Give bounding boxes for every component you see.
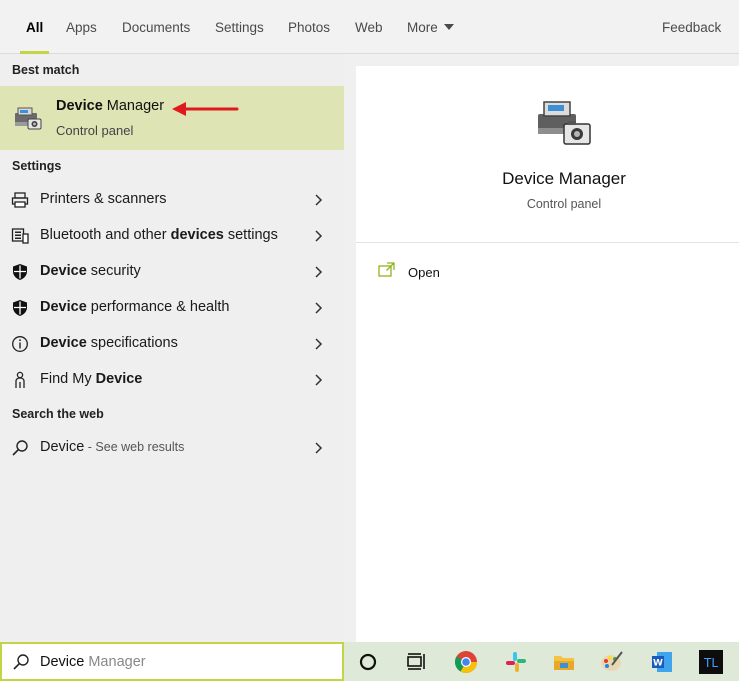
search-icon [13,654,29,670]
settings-item-bluetooth[interactable]: Bluetooth and other devices settings [0,218,344,254]
taskbar: W TL [344,642,739,681]
tl-app-icon[interactable]: TL [699,650,723,674]
device-manager-icon [15,107,42,130]
divider [356,242,739,243]
printer-icon [11,192,29,208]
web-search-label: Device - See web results [40,439,185,455]
cortana-icon[interactable] [356,650,380,674]
shield-icon [13,300,27,316]
settings-item-printers[interactable]: Printers & scanners [0,182,344,218]
caret-down-icon [443,24,454,31]
chevron-right-icon [315,302,323,314]
open-label: Open [408,265,440,280]
section-best-match: Best match [12,63,80,77]
bluetooth-devices-icon [11,228,29,244]
chevron-right-icon [315,338,323,350]
device-manager-icon [538,101,591,145]
tab-apps[interactable]: Apps [66,0,97,54]
svg-text:TL: TL [703,656,718,670]
tab-photos[interactable]: Photos [288,0,330,54]
svg-text:W: W [653,659,663,669]
best-match-title: Device Manager [56,98,164,114]
word-icon[interactable]: W [650,650,674,674]
paint-icon[interactable] [600,650,624,674]
tab-more[interactable]: More [407,0,454,54]
chevron-right-icon [315,194,323,206]
search-tabs-bar: All Apps Documents Settings Photos Web M… [0,0,739,54]
chevron-right-icon [315,442,323,454]
best-match-subtitle: Control panel [56,123,134,138]
settings-item-label: Device performance & health [40,299,230,315]
task-view-icon[interactable] [404,650,428,674]
info-icon [12,336,28,352]
settings-item-label: Device security [40,263,141,279]
preview-title: Device Manager [502,169,626,188]
settings-item-device-performance[interactable]: Device performance & health [0,290,344,326]
feedback-link[interactable]: Feedback [662,0,721,54]
settings-item-device-specifications[interactable]: Device specifications [0,326,344,362]
settings-item-label: Bluetooth and other devices settings [40,227,278,243]
slack-icon[interactable] [504,650,528,674]
preview-panel: Device Manager Control panel Open [356,66,739,642]
red-arrow-annotation [172,102,239,116]
open-icon [378,262,395,277]
tab-documents[interactable]: Documents [122,0,190,54]
chevron-right-icon [315,266,323,278]
section-settings: Settings [12,159,62,173]
chrome-icon[interactable] [454,650,478,674]
settings-item-label: Device specifications [40,335,178,351]
best-match-title-bold: Device [56,98,103,114]
search-input[interactable]: Device Manager [0,642,344,681]
preview-subtitle: Control panel [526,197,602,211]
results-panel: Best match Device Manager Control panel … [0,54,344,642]
section-search-the-web: Search the web [12,407,104,421]
tab-more-label: More [407,20,438,35]
settings-item-device-security[interactable]: Device security [0,254,344,290]
tab-web[interactable]: Web [355,0,383,54]
settings-item-find-my-device[interactable]: Find My Device [0,362,344,398]
search-autocomplete-hint: Manager [84,654,146,670]
web-search-item[interactable]: Device - See web results [0,430,344,466]
search-typed-text: Device [40,654,85,670]
tab-all[interactable]: All [19,0,50,54]
best-match-title-rest: Manager [102,98,165,114]
best-match-item[interactable]: Device Manager Control panel [0,86,344,150]
file-explorer-icon[interactable] [552,650,576,674]
search-icon [12,440,28,456]
chevron-right-icon [315,374,323,386]
search-text: Device Manager [40,654,146,670]
chevron-right-icon [315,230,323,242]
shield-icon [13,264,27,280]
settings-item-label: Printers & scanners [40,191,167,207]
person-location-icon [15,371,25,388]
settings-item-label: Find My Device [40,371,143,387]
tab-settings[interactable]: Settings [215,0,264,54]
